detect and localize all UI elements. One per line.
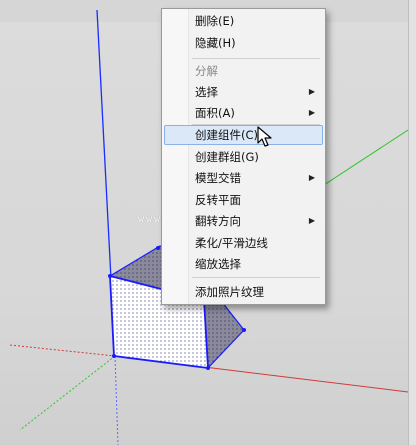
menu-item-make-group[interactable]: 创建群组(G)	[164, 147, 323, 167]
menu-item-make-component[interactable]: 创建组件(C)	[164, 125, 323, 145]
blue-axis-dashed	[114, 355, 119, 445]
menu-item-explode: 分解	[195, 64, 218, 78]
box-vertex	[242, 328, 246, 332]
menu-separator	[192, 277, 320, 278]
green-axis-dashed	[19, 355, 116, 431]
box-vertex	[112, 354, 116, 358]
red-axis-dashed	[9, 344, 116, 357]
submenu-arrow-icon: ▶	[308, 216, 315, 225]
box-vertex	[156, 246, 160, 250]
menu-item-hide[interactable]: 隐藏(H)	[164, 33, 323, 53]
submenu-arrow-icon: ▶	[308, 108, 315, 117]
menu-item-delete[interactable]: 删除(E)	[164, 11, 323, 31]
menu-separator	[192, 58, 320, 59]
box-vertex	[206, 366, 210, 370]
box-vertex	[108, 274, 112, 278]
menu-item-soften-edges[interactable]: 柔化/平滑边线	[164, 233, 323, 253]
context-menu: 删除(E) 隐藏(H) 分解 选择 ▶ 面积(A) ▶ 创建组件(C) 创建群组(G…	[161, 8, 326, 305]
submenu-arrow-icon: ▶	[308, 87, 315, 96]
mouse-pointer-icon	[257, 126, 272, 147]
menu-item-intersect-faces[interactable]: 模型交错 ▶	[164, 168, 323, 188]
submenu-arrow-icon: ▶	[308, 173, 315, 182]
menu-item-add-photo-texture[interactable]: 添加照片纹理	[164, 282, 323, 302]
menu-item-zoom-selection[interactable]: 缩放选择	[164, 254, 323, 274]
menu-item-area[interactable]: 面积(A) ▶	[164, 103, 323, 123]
menu-item-flip-along[interactable]: 翻转方向 ▶	[164, 211, 323, 231]
menu-item-select[interactable]: 选择 ▶	[164, 82, 323, 102]
menu-item-reverse-faces[interactable]: 反转平面	[164, 190, 323, 210]
